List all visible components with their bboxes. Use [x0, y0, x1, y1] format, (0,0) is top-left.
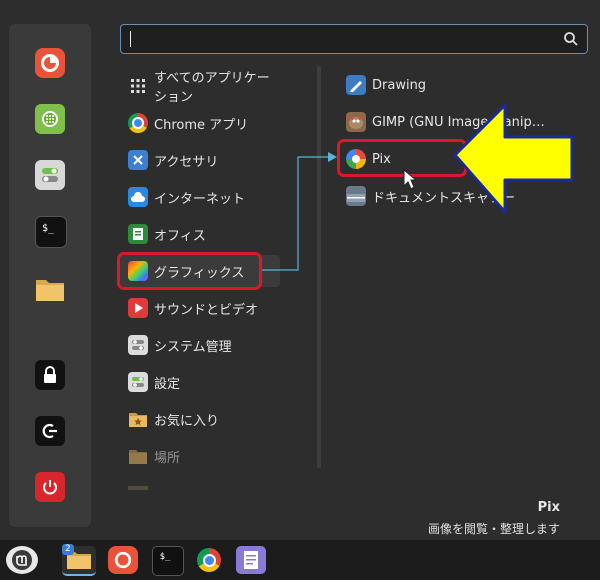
taskbar-terminal-icon[interactable]: $_	[152, 546, 184, 576]
connector-line	[262, 156, 328, 271]
annotation-overlay	[262, 103, 574, 271]
mint-menu-icon[interactable]	[6, 546, 38, 574]
yellow-arrow-icon	[453, 103, 574, 214]
mouse-pointer-icon	[403, 168, 418, 190]
taskbar-chrome-icon[interactable]	[194, 546, 224, 574]
connector-arrowhead	[328, 152, 337, 162]
taskbar-firefox-icon[interactable]	[108, 546, 138, 574]
window-count-badge: 2	[62, 544, 74, 555]
taskbar: 2 $_	[0, 540, 600, 580]
taskbar-text-editor-icon[interactable]	[236, 546, 266, 574]
taskbar-files-button[interactable]: 2	[62, 544, 96, 576]
